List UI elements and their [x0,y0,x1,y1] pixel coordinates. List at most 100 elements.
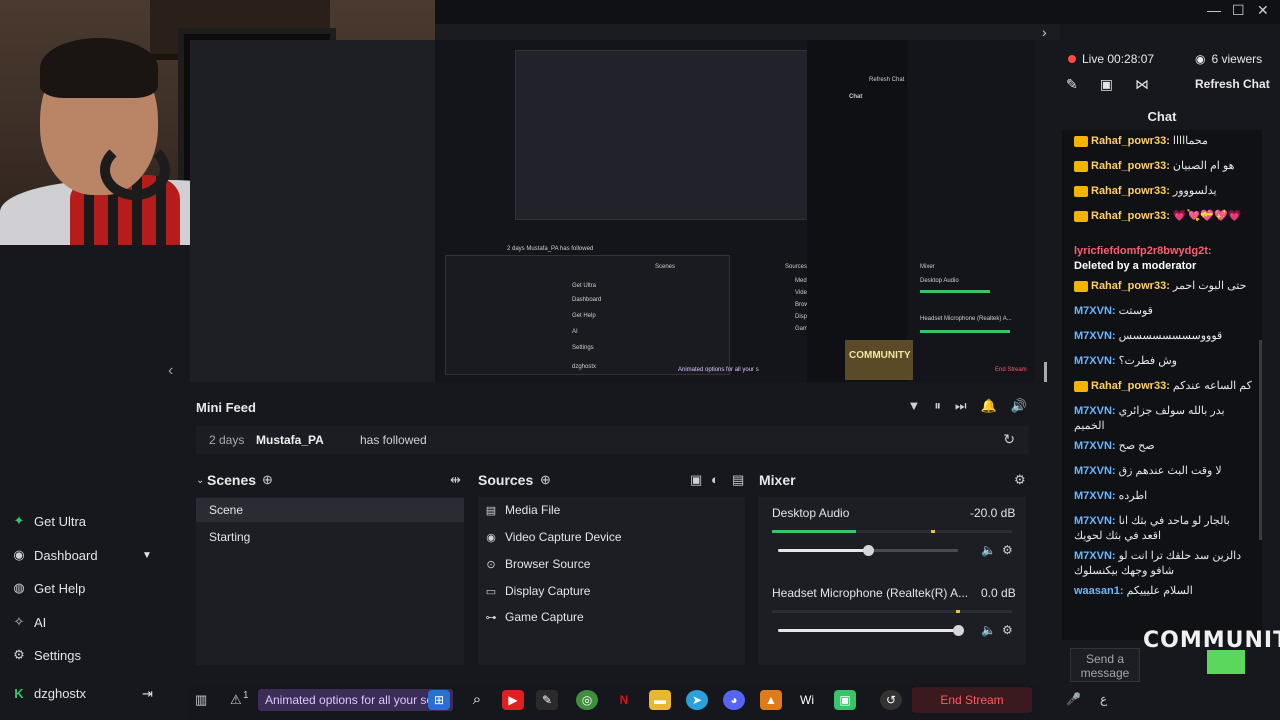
tip-banner[interactable]: Animated options for all your sc [258,689,453,711]
logout-icon[interactable]: ⇥ [142,686,153,702]
sidebar-item-ai[interactable]: ✧ AI [12,614,47,630]
chat-username[interactable]: M7XVN: [1074,305,1116,317]
wizard-app-icon[interactable]: Wi [785,690,829,710]
chat-username[interactable]: M7XVN: [1074,355,1116,367]
source-item[interactable]: ▤ Media File [485,503,561,517]
feed-row: 2 days Mustafa_PA has followed ↻ [196,426,1029,454]
mixer-channel-db: 0.0 dB [981,586,1016,600]
volume-icon[interactable]: 🔊 [1011,398,1027,414]
bell-icon[interactable]: 🔔 [981,398,997,414]
send-message-input[interactable]: Send a message [1070,648,1140,682]
source-item[interactable]: ◉ Video Capture Device [485,530,621,544]
chat-messages: Rahaf_powr33: محمااااا Rahaf_powr33: هو ا… [1062,130,1262,640]
chevron-right-icon[interactable]: › [1042,24,1047,40]
chat-username[interactable]: Rahaf_powr33: [1091,280,1170,292]
sidebar-item-get-help[interactable]: ◍ Get Help [12,580,85,596]
sidebar-item-dashboard[interactable]: ◉ Dashboard ▼ [12,547,152,563]
alert-count: 1 [243,690,249,701]
preview-scrollbar[interactable] [1044,362,1047,382]
sources-title: Sources [478,472,534,488]
netflix-icon[interactable]: N [613,690,635,710]
telegram-icon[interactable]: ➤ [686,690,708,710]
stats-icon[interactable]: ▥ [195,692,207,708]
chat-username[interactable]: M7XVN: [1074,515,1116,527]
channel-gear-icon[interactable]: ⚙ [1002,623,1013,637]
chat-username[interactable]: M7XVN: [1074,465,1116,477]
chat-scrollbar[interactable] [1259,340,1262,540]
mute-icon[interactable]: 🔈 [981,623,996,637]
alert-icon[interactable]: ⚠ [230,692,242,708]
chrome-icon[interactable]: ◎ [576,690,598,710]
volume-slider[interactable] [863,545,874,556]
discord-icon[interactable]: ◕ [723,690,745,710]
popout-icon[interactable]: ▣ [1100,76,1113,93]
maximize-button[interactable]: ☐ [1232,2,1245,19]
chat-username[interactable]: Rahaf_powr33: [1091,160,1170,172]
pencil-icon[interactable]: ✎ [1066,76,1078,93]
mute-icon[interactable]: 🔈 [981,543,996,557]
refresh-chat-button[interactable]: Refresh Chat [1195,77,1270,91]
chevron-down-icon[interactable]: ▼ [142,550,152,561]
volume-slider[interactable] [953,625,964,636]
folder-app-icon[interactable]: ▬ [649,690,671,710]
chevron-left-icon[interactable]: ‹ [168,362,173,380]
feed-user[interactable]: Mustafa_PA [256,433,324,447]
layers-icon[interactable]: ▣ [690,472,702,488]
pen-app-icon[interactable]: ✎ [536,690,558,710]
history-icon[interactable]: ↺ [880,690,902,710]
chat-username[interactable]: Rahaf_powr33: [1091,135,1170,147]
stream-preview[interactable]: 2 days Mustafa_PA has followed Scenes So… [190,40,1035,382]
skip-icon[interactable]: ⏭ [955,398,967,414]
viewer-count: ◉ 6 viewers [1195,52,1263,66]
chat-username[interactable]: M7XVN: [1074,405,1116,417]
folder-icon[interactable]: ▤ [732,472,744,488]
channel-gear-icon[interactable]: ⚙ [1002,543,1013,557]
share-icon[interactable]: ⋈ [1135,76,1149,93]
chat-username[interactable]: waasan1: [1074,585,1124,597]
chat-username[interactable]: Rahaf_powr33: [1091,210,1170,222]
chat-username[interactable]: Rahaf_powr33: [1091,185,1170,197]
live-status: Live 00:28:07 [1068,52,1154,66]
chat-username[interactable]: lyricfiefdomfp2r8bwydg2t: [1074,245,1212,257]
filter-icon[interactable]: ▼ [908,398,921,414]
add-source-icon[interactable]: ⊕ [540,472,551,488]
chat-message: M7XVN: صح صح [1074,439,1252,454]
language-icon[interactable]: ع [1100,692,1107,706]
collapse-icon[interactable]: ⌄ [196,475,204,486]
chat-text: محمااااا [1172,135,1208,147]
source-item[interactable]: ▭ Display Capture [485,584,591,598]
kick-logo-icon: K [14,686,24,701]
chat-message: M7XVN: وش فطرت؟ [1074,354,1252,369]
chat-username[interactable]: M7XVN: [1074,490,1116,502]
mixer-gear-icon[interactable]: ⚙ [1014,472,1026,488]
source-item[interactable]: ⊙ Browser Source [485,557,590,571]
sidebar-item-settings[interactable]: ⚙ Settings [12,647,81,663]
scene-item[interactable]: Starting [209,530,250,544]
chat-text: هو ام الصبيان [1172,160,1235,172]
refresh-icon[interactable]: ↻ [1003,431,1015,448]
minimize-button[interactable]: — [1207,2,1221,18]
chat-username[interactable]: M7XVN: [1074,550,1116,562]
chat-text: يدلسووور [1172,185,1217,197]
pause-icon[interactable]: ⏸ [934,398,941,414]
scene-transition-icon[interactable]: ⇹ [450,472,461,488]
source-item[interactable]: ⊶ Game Capture [485,610,584,624]
end-stream-button[interactable]: End Stream [912,687,1032,713]
youtube-icon[interactable]: ▶ [502,690,524,710]
chat-username[interactable]: M7XVN: [1074,330,1116,342]
add-scene-icon[interactable]: ⊕ [262,472,273,488]
chat-message: M7XVN: اطرده [1074,489,1252,504]
windows-start-icon[interactable]: ⊞ [428,690,450,710]
mic-icon[interactable]: 🎤 [1066,692,1081,706]
close-button[interactable]: ✕ [1257,2,1269,19]
sidebar-item-get-ultra[interactable]: ✦ Get Ultra [12,513,86,529]
vlc-icon[interactable]: ▲ [760,690,782,710]
sidebar-user[interactable]: K dzghostx ⇥ [12,686,153,702]
chat-username[interactable]: M7XVN: [1074,440,1116,452]
chat-username[interactable]: Rahaf_powr33: [1091,380,1170,392]
search-icon[interactable]: ⌕ [466,690,488,710]
streamlabs-icon[interactable]: ▣ [834,690,856,710]
audio-icon[interactable]: ◐ [711,472,719,487]
nested-preview: 2 days Mustafa_PA has followed Scenes So… [435,40,1035,382]
scene-item[interactable]: Scene [209,503,243,517]
